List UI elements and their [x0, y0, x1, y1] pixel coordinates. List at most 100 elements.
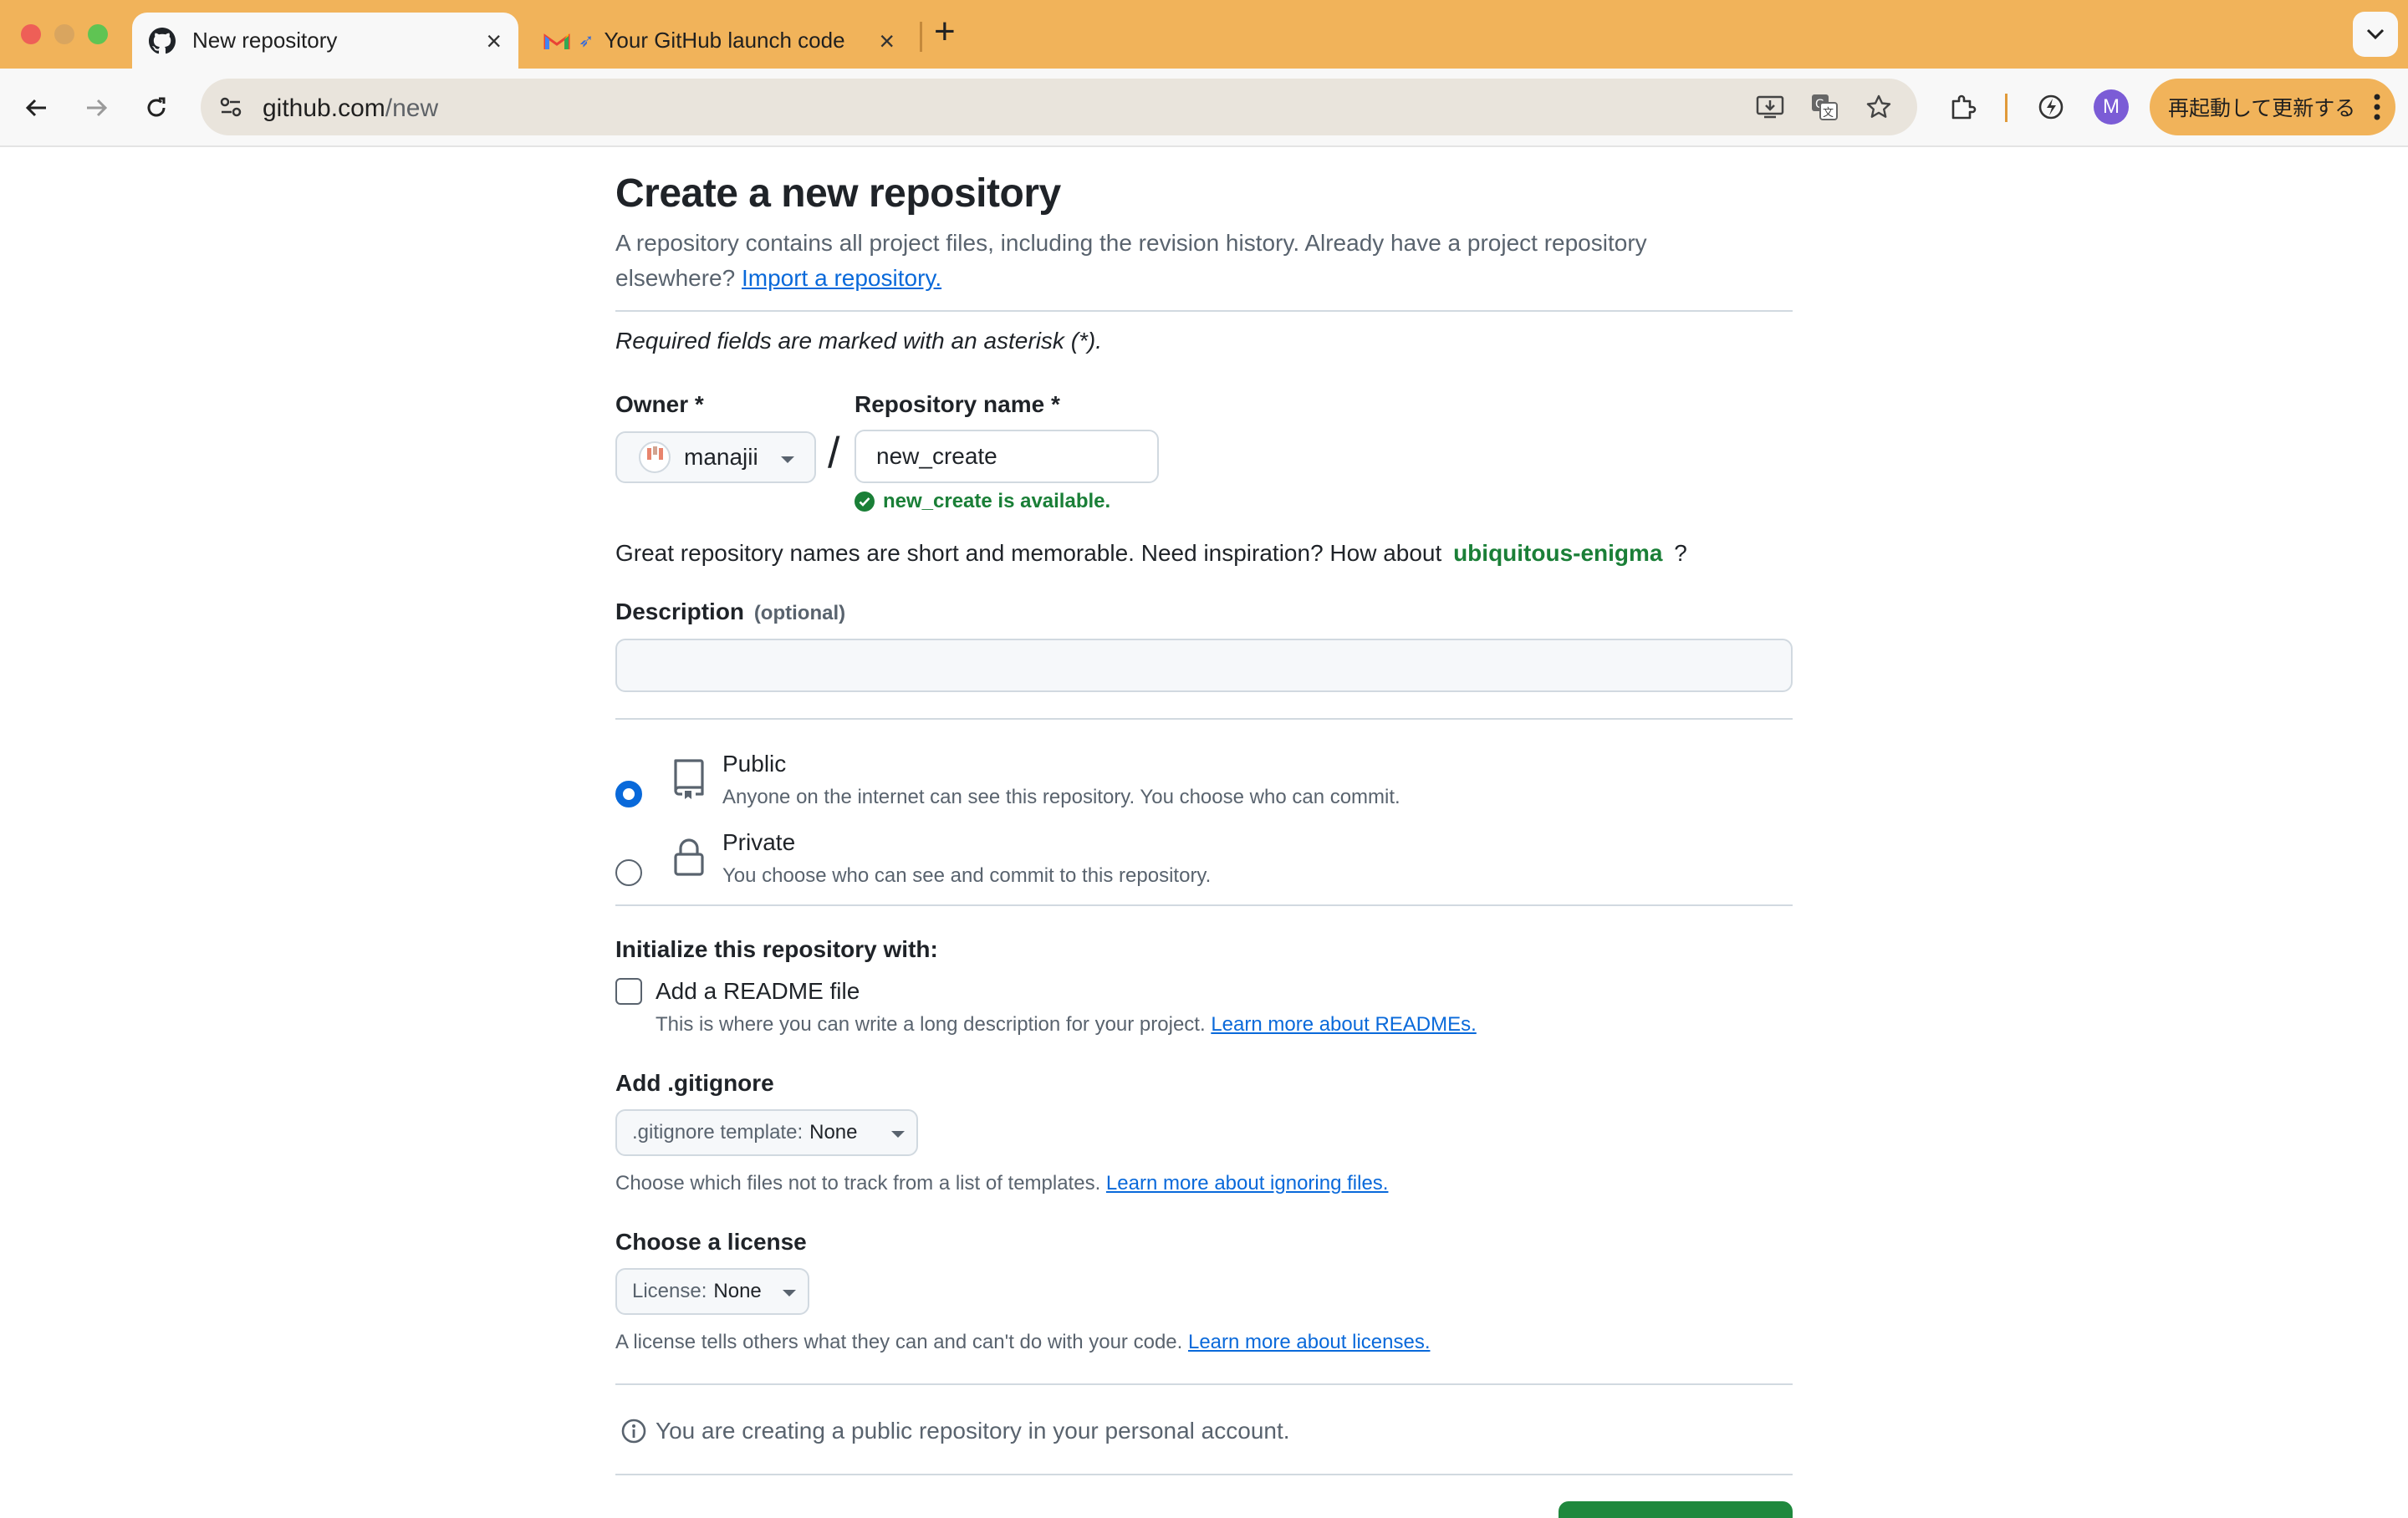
required-fields-note: Required fields are marked with an aster… — [615, 328, 1103, 354]
inspiration-suffix: ? — [1674, 540, 1687, 566]
license-select-value: None — [713, 1280, 762, 1302]
browser-toolbar: github.com/new G文 M 再起動して更新する — [0, 69, 2408, 147]
readme-hint: This is where you can write a long descr… — [656, 1013, 1477, 1037]
gitignore-template-select[interactable]: .gitignore template: None — [615, 1109, 918, 1156]
repo-icon — [674, 759, 704, 799]
owner-name: manajii — [684, 444, 758, 470]
repository-name-input[interactable]: new_create — [855, 430, 1159, 483]
info-note-text: You are creating a public repository in … — [656, 1418, 1290, 1444]
owner-repo-separator: / — [828, 429, 840, 477]
divider — [615, 904, 1793, 906]
license-select[interactable]: License: None — [615, 1268, 809, 1315]
performance-button[interactable] — [2033, 89, 2069, 125]
url-path: /new — [385, 94, 439, 122]
relaunch-update-button[interactable]: 再起動して更新する — [2150, 79, 2395, 135]
description-input[interactable] — [615, 639, 1793, 692]
maximize-window-button[interactable] — [88, 24, 108, 44]
close-tab-icon[interactable]: × — [879, 28, 895, 54]
license-select-prefix: License: — [632, 1280, 707, 1302]
gitignore-heading: Add .gitignore — [615, 1070, 774, 1096]
divider — [615, 1474, 1793, 1475]
caret-down-icon — [781, 456, 794, 463]
github-icon — [149, 27, 176, 53]
learn-more-ignoring-files-link[interactable]: Learn more about ignoring files. — [1106, 1172, 1389, 1195]
forward-button[interactable] — [77, 89, 115, 127]
tab-title: Your GitHub launch code — [604, 28, 845, 53]
suggested-name-button[interactable]: ubiquitous-enigma — [1453, 540, 1662, 566]
learn-more-licenses-link[interactable]: Learn more about licenses. — [1188, 1331, 1431, 1353]
public-title[interactable]: Public — [722, 751, 786, 777]
reload-icon — [147, 97, 166, 117]
chevron-down-icon — [2366, 28, 2385, 40]
tab-search-button[interactable] — [2353, 12, 2398, 57]
caret-down-icon — [891, 1131, 905, 1138]
optional-tag: (optional) — [753, 602, 846, 624]
url-text[interactable]: github.com/new — [263, 94, 438, 123]
private-radio[interactable] — [615, 859, 642, 886]
close-tab-icon[interactable]: × — [486, 28, 502, 54]
new-tab-button[interactable]: + — [934, 13, 956, 50]
arrow-right-icon — [87, 99, 108, 117]
page-subtitle: A repository contains all project files,… — [615, 226, 1769, 296]
availability-message: new_create is available. — [855, 490, 1110, 513]
bookmark-star-icon[interactable] — [1862, 90, 1895, 124]
license-heading: Choose a license — [615, 1229, 807, 1255]
avatar — [639, 441, 671, 473]
repository-name-label: Repository name * — [855, 391, 1060, 417]
divider — [615, 1383, 1793, 1385]
learn-more-readmes-link[interactable]: Learn more about READMEs. — [1211, 1013, 1476, 1036]
description-label: Description (optional) — [615, 599, 845, 625]
rocket-icon: ➶ — [579, 29, 594, 51]
gitignore-select-prefix: .gitignore template: — [632, 1121, 804, 1144]
license-hint: A license tells others what they can and… — [615, 1331, 1430, 1354]
gitignore-select-value: None — [809, 1121, 858, 1144]
close-window-button[interactable] — [21, 24, 41, 44]
owner-select[interactable]: manajii — [615, 431, 816, 483]
arrow-left-icon — [25, 99, 46, 117]
readme-hint-text: This is where you can write a long descr… — [656, 1013, 1206, 1036]
back-button[interactable] — [18, 89, 56, 127]
tab-title: New repository — [192, 28, 338, 53]
name-inspiration: Great repository names are short and mem… — [615, 540, 1687, 567]
check-circle-icon — [855, 492, 875, 512]
address-bar[interactable]: github.com/new G文 — [201, 79, 1917, 135]
minimize-window-button[interactable] — [54, 24, 74, 44]
import-repository-link[interactable]: Import a repository. — [742, 265, 941, 291]
relaunch-label: 再起動して更新する — [2168, 96, 2356, 120]
visibility-info-note: You are creating a public repository in … — [620, 1418, 1290, 1444]
description-label-text: Description — [615, 599, 745, 624]
profile-avatar[interactable]: M — [2094, 89, 2129, 125]
extensions-button[interactable] — [1945, 89, 1982, 125]
performance-icon — [2038, 94, 2064, 120]
url-host: github.com — [263, 94, 385, 122]
more-menu-icon[interactable] — [2372, 90, 2382, 124]
svg-text:文: 文 — [1823, 107, 1834, 120]
site-info-icon[interactable] — [214, 90, 247, 124]
toolbar-divider — [2005, 94, 2008, 122]
gmail-icon — [543, 33, 570, 49]
page-title: Create a new repository — [615, 171, 1061, 216]
owner-label: Owner * — [615, 391, 704, 417]
private-description: You choose who can see and commit to thi… — [722, 864, 1212, 887]
add-readme-label[interactable]: Add a README file — [656, 978, 860, 1005]
inspiration-text: Great repository names are short and mem… — [615, 540, 1442, 566]
gitignore-hint: Choose which files not to track from a l… — [615, 1172, 1388, 1195]
install-app-icon[interactable] — [1753, 90, 1787, 124]
tab-github-launch-code[interactable]: ➶ Your GitHub launch code × — [527, 13, 911, 69]
reload-button[interactable] — [137, 89, 176, 127]
translate-icon[interactable]: G文 — [1808, 90, 1841, 124]
public-radio[interactable] — [615, 781, 642, 807]
gitignore-hint-text: Choose which files not to track from a l… — [615, 1172, 1101, 1195]
add-readme-checkbox[interactable] — [615, 978, 642, 1005]
lock-icon — [674, 838, 704, 876]
info-icon — [621, 1419, 646, 1444]
public-description: Anyone on the internet can see this repo… — [722, 786, 1400, 808]
caret-down-icon — [783, 1290, 796, 1296]
availability-text: new_create is available. — [883, 490, 1111, 512]
private-title[interactable]: Private — [722, 829, 795, 856]
tab-separator — [920, 22, 922, 52]
browser-tab-bar: New repository × ➶ Your GitHub launch co… — [0, 0, 2408, 69]
initialize-heading: Initialize this repository with: — [615, 936, 938, 962]
create-repository-button[interactable] — [1559, 1501, 1793, 1518]
tab-new-repository[interactable]: New repository × — [132, 13, 518, 69]
